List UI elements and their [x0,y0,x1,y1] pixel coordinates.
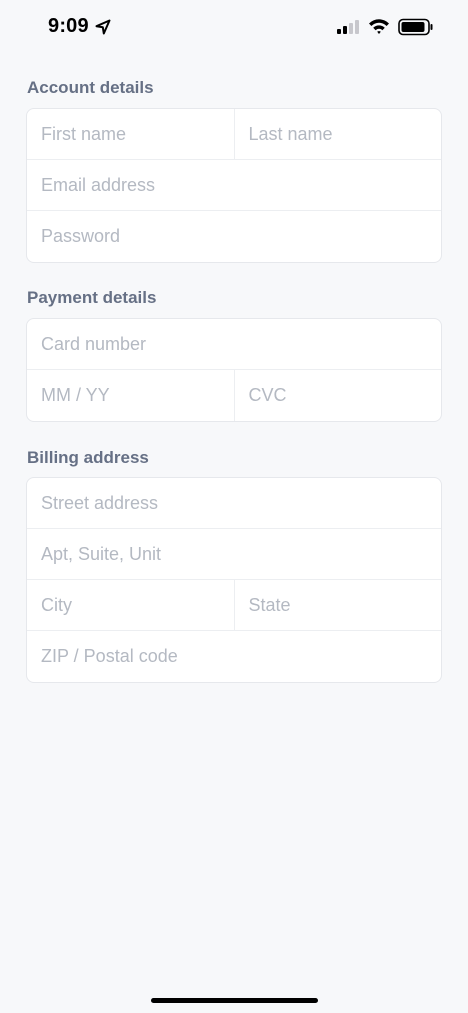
first-name-cell [27,109,235,159]
last-name-cell [234,109,441,159]
status-time: 9:09 [48,15,89,37]
zip-row [27,631,441,682]
card-number-row [27,319,441,370]
cvc-cell [234,370,441,421]
card-number-input[interactable] [27,319,441,369]
email-row [27,160,441,211]
apt-suite-unit-input[interactable] [27,529,441,579]
password-input[interactable] [27,211,441,262]
apt-row [27,529,441,580]
cellular-signal-icon [337,20,359,34]
payment-details-title: Payment details [27,288,157,307]
payment-details-card [26,318,442,422]
state-cell [234,580,441,630]
email-input[interactable] [27,160,441,210]
cvc-input[interactable] [234,370,441,421]
first-name-input[interactable] [27,109,234,159]
wifi-icon [369,19,389,34]
battery-icon [398,18,433,36]
home-indicator[interactable] [151,998,318,1003]
street-row [27,478,441,529]
account-details-card [26,108,442,263]
name-row [27,109,441,160]
city-cell [27,580,235,630]
expiry-cvc-row [27,370,441,421]
status-bar: 9:09 [0,0,468,56]
billing-address-card [26,477,442,683]
account-details-title: Account details [27,78,154,97]
zip-postal-code-input[interactable] [27,631,441,682]
password-row [27,211,441,262]
street-address-input[interactable] [27,478,441,528]
billing-address-title: Billing address [27,448,149,467]
city-state-row [27,580,441,631]
expiry-cell [27,370,235,421]
last-name-input[interactable] [234,109,441,159]
state-input[interactable] [234,580,441,630]
expiry-input[interactable] [27,370,234,421]
location-arrow-icon [95,19,111,35]
city-input[interactable] [27,580,234,630]
